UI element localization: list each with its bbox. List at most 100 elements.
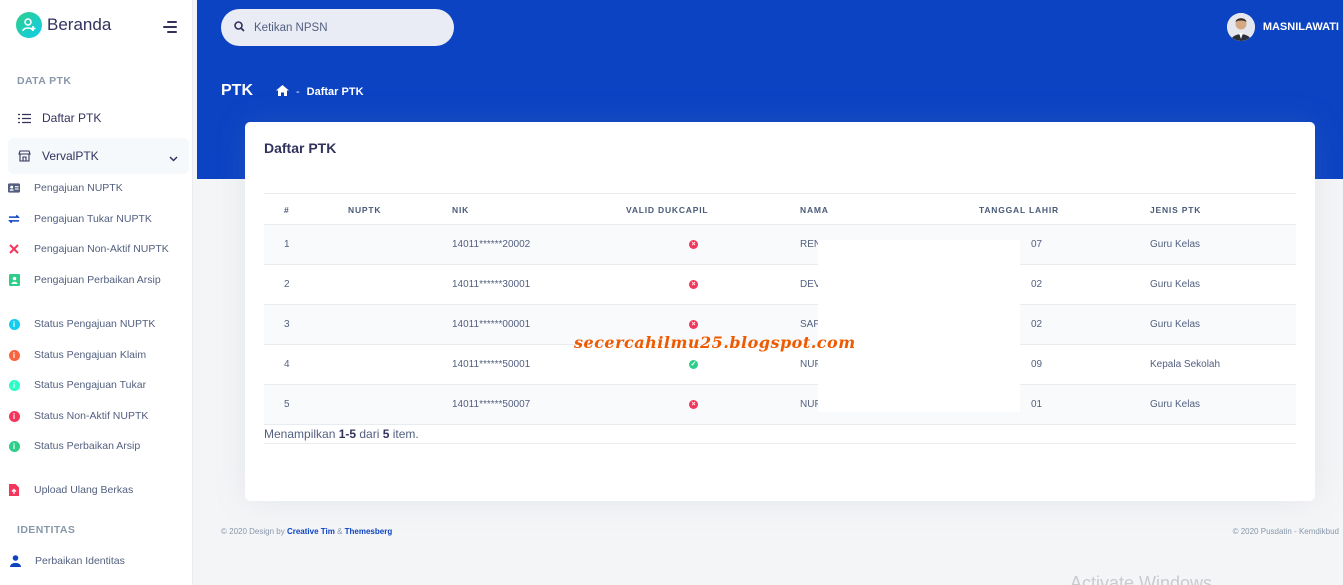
- sidebar-subitem[interactable]: Pengajuan Perbaikan Arsip: [8, 269, 189, 291]
- sidebar-item-label: VervalPTK: [42, 149, 99, 163]
- x-circle-icon: ×: [689, 280, 698, 289]
- cell-tgl: 02: [1031, 319, 1043, 330]
- summary-mid: dari: [356, 427, 383, 441]
- exchange-icon: [8, 213, 20, 225]
- sidebar-subitem[interactable]: Upload Ulang Berkas: [8, 479, 189, 501]
- avatar: [1226, 13, 1255, 41]
- cell-no: 1: [284, 239, 290, 250]
- footer-copyright: © 2020 Pusdatin - Kemdikbud: [1232, 527, 1339, 536]
- sidebar-item-label: Daftar PTK: [42, 111, 102, 125]
- themesberg-link[interactable]: Themesberg: [345, 527, 393, 536]
- info-icon: i: [8, 379, 20, 391]
- cell-nama: SAF: [800, 319, 820, 330]
- column-header-tanggal-lahir: TANGGAL LAHIR: [979, 205, 1059, 215]
- sidebar-toggle-icon[interactable]: [163, 21, 177, 36]
- section-heading-identitas: IDENTITAS: [17, 524, 76, 536]
- table-row[interactable]: 2 14011******30001 DEV 02 Guru Kelas ×: [264, 265, 1296, 305]
- sidebar-item-label: Perbaikan Identitas: [35, 555, 125, 567]
- x-circle-icon: ×: [689, 240, 698, 249]
- user-add-logo-icon: [16, 12, 42, 38]
- page-title: PTK: [221, 82, 253, 99]
- cell-jenis: Kepala Sekolah: [1150, 359, 1221, 370]
- sidebar-subitem[interactable]: Pengajuan Non-Aktif NUPTK: [8, 238, 189, 260]
- info-icon: i: [8, 410, 20, 422]
- chevron-down-icon: [169, 151, 178, 165]
- ptk-list-card: Daftar PTK # NUPTK NIK VALID DUKCAPIL NA…: [245, 122, 1315, 501]
- search-box[interactable]: [221, 9, 454, 46]
- info-icon: i: [8, 440, 20, 452]
- sidebar-item-label: Pengajuan Tukar NUPTK: [34, 213, 152, 225]
- footer-amp: &: [337, 527, 343, 536]
- cell-no: 5: [284, 399, 290, 410]
- breadcrumb-separator: -: [296, 86, 300, 98]
- cell-tgl: 09: [1031, 359, 1043, 370]
- cell-tgl: 02: [1031, 279, 1043, 290]
- sidebar-item-perbaikan-identitas[interactable]: Perbaikan Identitas: [8, 550, 189, 572]
- x-circle-icon: ×: [689, 320, 698, 329]
- card-title: Daftar PTK: [264, 140, 337, 156]
- user-card-icon: [8, 274, 20, 286]
- sidebar-subitem[interactable]: i Status Pengajuan Tukar: [8, 374, 189, 396]
- cell-jenis: Guru Kelas: [1150, 279, 1201, 290]
- footer-credits: © 2020 Design by Creative Tim & Themesbe…: [221, 527, 392, 536]
- sidebar-subitem[interactable]: i Status Pengajuan NUPTK: [8, 313, 189, 335]
- sidebar-subitem[interactable]: Pengajuan NUPTK: [8, 177, 189, 199]
- brand-name: Beranda: [47, 15, 112, 34]
- brand[interactable]: Beranda: [16, 12, 111, 38]
- divider: [264, 443, 1296, 444]
- sidebar-subitem[interactable]: Pengajuan Tukar NUPTK: [8, 208, 189, 230]
- column-header-nama: NAMA: [800, 205, 829, 215]
- sidebar: Beranda DATA PTK Daftar PTK VervalPTK Pe…: [0, 0, 193, 585]
- x-icon: [8, 243, 20, 255]
- creative-tim-link[interactable]: Creative Tim: [287, 527, 335, 536]
- ptk-table: # NUPTK NIK VALID DUKCAPIL NAMA TANGGAL …: [264, 193, 1296, 425]
- redaction-block: [818, 240, 1020, 412]
- cell-nik: 14011******20002: [452, 239, 531, 250]
- breadcrumb-current: Daftar PTK: [306, 86, 364, 98]
- column-header-nik: NIK: [452, 205, 470, 215]
- file-upload-icon: [8, 484, 20, 496]
- sidebar-item-daftar-ptk[interactable]: Daftar PTK: [8, 100, 189, 136]
- sidebar-item-label: Pengajuan Non-Aktif NUPTK: [34, 243, 169, 255]
- summary-prefix: Menampilkan: [264, 427, 339, 441]
- sidebar-subitem[interactable]: i Status Pengajuan Klaim: [8, 344, 189, 366]
- user-menu[interactable]: MASNILAWATI: [1226, 13, 1339, 41]
- column-header-nuptk: NUPTK: [348, 205, 382, 215]
- sidebar-item-label: Status Perbaikan Arsip: [34, 440, 141, 452]
- watermark-text: secercahilmu25.blogspot.com: [574, 333, 856, 352]
- column-header-valid-dukcapil: VALID DUKCAPIL: [626, 205, 709, 215]
- sidebar-subitem[interactable]: i Status Perbaikan Arsip: [8, 435, 189, 457]
- breadcrumb: - Daftar PTK: [276, 85, 364, 99]
- sidebar-item-label: Upload Ulang Berkas: [34, 484, 134, 496]
- summary-suffix: item.: [389, 427, 419, 441]
- sidebar-item-label: Status Non-Aktif NUPTK: [34, 410, 149, 422]
- table-header: # NUPTK NIK VALID DUKCAPIL NAMA TANGGAL …: [264, 193, 1296, 225]
- search-icon: [234, 19, 245, 37]
- activate-windows-watermark: Activate Windows: [1070, 573, 1213, 585]
- list-icon: [17, 111, 31, 125]
- section-heading-data-ptk: DATA PTK: [17, 75, 72, 87]
- cell-jenis: Guru Kelas: [1150, 319, 1201, 330]
- table-row[interactable]: 5 14011******50007 NUF 01 Guru Kelas ×: [264, 385, 1296, 425]
- search-input[interactable]: [254, 21, 434, 34]
- cell-jenis: Guru Kelas: [1150, 399, 1201, 410]
- id-card-icon: [8, 182, 20, 194]
- user-icon: [9, 555, 21, 567]
- table-summary: Menampilkan 1-5 dari 5 item.: [264, 427, 419, 441]
- info-icon: i: [8, 349, 20, 361]
- check-circle-icon: ✓: [689, 360, 698, 369]
- sidebar-subitem[interactable]: i Status Non-Aktif NUPTK: [8, 405, 189, 427]
- home-icon[interactable]: [276, 85, 289, 99]
- cell-jenis: Guru Kelas: [1150, 239, 1201, 250]
- store-icon: [17, 149, 31, 163]
- cell-no: 4: [284, 359, 290, 370]
- cell-no: 3: [284, 319, 290, 330]
- sidebar-item-verval-ptk[interactable]: VervalPTK: [8, 138, 189, 174]
- sidebar-item-label: Status Pengajuan Tukar: [34, 379, 147, 391]
- sidebar-item-label: Pengajuan Perbaikan Arsip: [34, 274, 161, 286]
- info-icon: i: [8, 318, 20, 330]
- username: MASNILAWATI: [1262, 21, 1339, 33]
- cell-nik: 14011******50001: [452, 359, 531, 370]
- table-row[interactable]: 1 14011******20002 REN 07 Guru Kelas ×: [264, 225, 1296, 265]
- x-circle-icon: ×: [689, 400, 698, 409]
